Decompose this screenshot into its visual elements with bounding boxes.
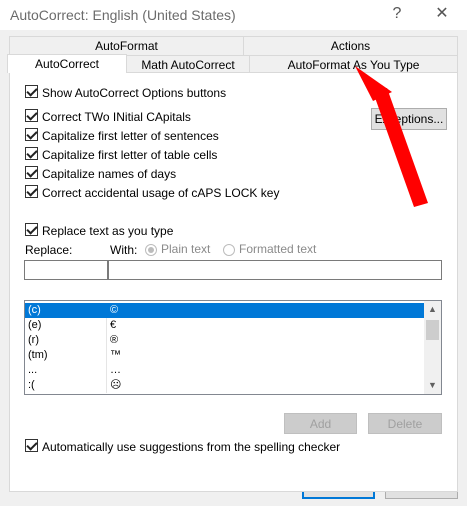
autocorrect-panel: Show AutoCorrect Options buttons Correct… xyxy=(9,72,458,492)
close-button[interactable]: ✕ xyxy=(430,3,454,25)
option-capitalize-sentences[interactable]: Capitalize first letter of sentences xyxy=(25,128,219,144)
replace-input[interactable] xyxy=(24,260,108,280)
list-item[interactable]: (r) ® xyxy=(25,333,425,348)
entry-to: ® xyxy=(110,334,119,346)
entry-from: (e) xyxy=(27,318,107,333)
entry-to: ☹ xyxy=(110,379,122,391)
option-label: Capitalize names of days xyxy=(42,166,177,181)
title-bar: AutoCorrect: English (United States) ? ✕ xyxy=(0,0,467,30)
help-button[interactable]: ? xyxy=(385,3,409,25)
entry-from: (tm) xyxy=(27,348,107,363)
entry-to: … xyxy=(110,364,121,376)
option-caps-lock[interactable]: Correct accidental usage of cAPS LOCK ke… xyxy=(25,185,279,201)
show-buttons-label: Show AutoCorrect Options buttons xyxy=(42,85,227,100)
entry-from: :( xyxy=(27,378,107,393)
option-label: Capitalize first letter of table cells xyxy=(42,147,218,162)
option-correct-two-initial[interactable]: Correct TWo INitial CApitals xyxy=(25,109,191,125)
option-label: Capitalize first letter of sentences xyxy=(42,128,219,143)
capitalize-sentences-checkbox[interactable] xyxy=(25,128,38,142)
list-item[interactable]: (c) © xyxy=(25,303,425,318)
replace-text-option[interactable]: Replace text as you type xyxy=(25,223,173,239)
entries-list[interactable]: (c) © (e) € (r) ® (tm) ™ ... … :( ☹ ▲ ▼ xyxy=(24,300,442,395)
with-label: With: xyxy=(110,243,138,257)
option-capitalize-days[interactable]: Capitalize names of days xyxy=(25,166,176,182)
entry-to: © xyxy=(110,304,119,316)
exceptions-button[interactable]: Exceptions... xyxy=(371,108,447,130)
replace-label: Replace: xyxy=(25,243,73,257)
option-label: Correct TWo INitial CApitals xyxy=(42,109,191,124)
tab-math-autocorrect[interactable]: Math AutoCorrect xyxy=(126,55,250,73)
option-capitalize-table-cells[interactable]: Capitalize first letter of table cells xyxy=(25,147,217,163)
entry-from: (c) xyxy=(27,303,107,318)
formatted-text-option[interactable]: Formatted text xyxy=(223,242,316,256)
list-scrollbar[interactable]: ▲ ▼ xyxy=(424,301,441,394)
plain-text-label: Plain text xyxy=(161,242,211,256)
tab-actions[interactable]: Actions xyxy=(243,36,458,56)
replace-text-checkbox[interactable] xyxy=(25,223,38,237)
scroll-up-icon[interactable]: ▲ xyxy=(424,301,441,318)
list-item[interactable]: ... … xyxy=(25,363,425,378)
entry-from: (r) xyxy=(27,333,107,348)
capitalize-days-checkbox[interactable] xyxy=(25,166,38,180)
tab-autocorrect[interactable]: AutoCorrect xyxy=(7,54,127,73)
plain-text-option[interactable]: Plain text xyxy=(145,242,210,256)
scroll-down-icon[interactable]: ▼ xyxy=(424,377,441,394)
show-buttons-checkbox[interactable] xyxy=(25,85,38,99)
formatted-text-radio[interactable] xyxy=(223,243,235,256)
scroll-thumb[interactable] xyxy=(426,320,439,340)
dialog-body: AutoFormat Actions AutoCorrect Math Auto… xyxy=(0,30,467,506)
formatted-text-label: Formatted text xyxy=(239,242,317,256)
entry-from: ... xyxy=(27,363,107,378)
list-item[interactable]: (e) € xyxy=(25,318,425,333)
option-label: Correct accidental usage of cAPS LOCK ke… xyxy=(42,185,280,200)
spelling-suggestions-checkbox[interactable] xyxy=(25,439,38,453)
capitalize-table-cells-checkbox[interactable] xyxy=(25,147,38,161)
show-buttons-option[interactable]: Show AutoCorrect Options buttons xyxy=(25,85,226,101)
tab-autoformat-as-you-type[interactable]: AutoFormat As You Type xyxy=(249,55,458,73)
list-item[interactable]: :( ☹ xyxy=(25,378,425,393)
entry-to: ™ xyxy=(110,349,121,361)
correct-two-initial-checkbox[interactable] xyxy=(25,109,38,123)
replace-text-label: Replace text as you type xyxy=(42,223,174,238)
with-input[interactable] xyxy=(108,260,442,280)
list-item[interactable]: (tm) ™ xyxy=(25,348,425,363)
spelling-suggestions-label: Automatically use suggestions from the s… xyxy=(42,439,341,454)
delete-button[interactable]: Delete xyxy=(368,413,442,434)
spelling-suggestions-option[interactable]: Automatically use suggestions from the s… xyxy=(25,439,340,455)
entry-to: € xyxy=(110,319,117,331)
plain-text-radio[interactable] xyxy=(145,243,157,256)
window-title: AutoCorrect: English (United States) xyxy=(10,7,236,23)
tab-autoformat[interactable]: AutoFormat xyxy=(9,36,244,56)
caps-lock-checkbox[interactable] xyxy=(25,185,38,199)
add-button[interactable]: Add xyxy=(284,413,357,434)
